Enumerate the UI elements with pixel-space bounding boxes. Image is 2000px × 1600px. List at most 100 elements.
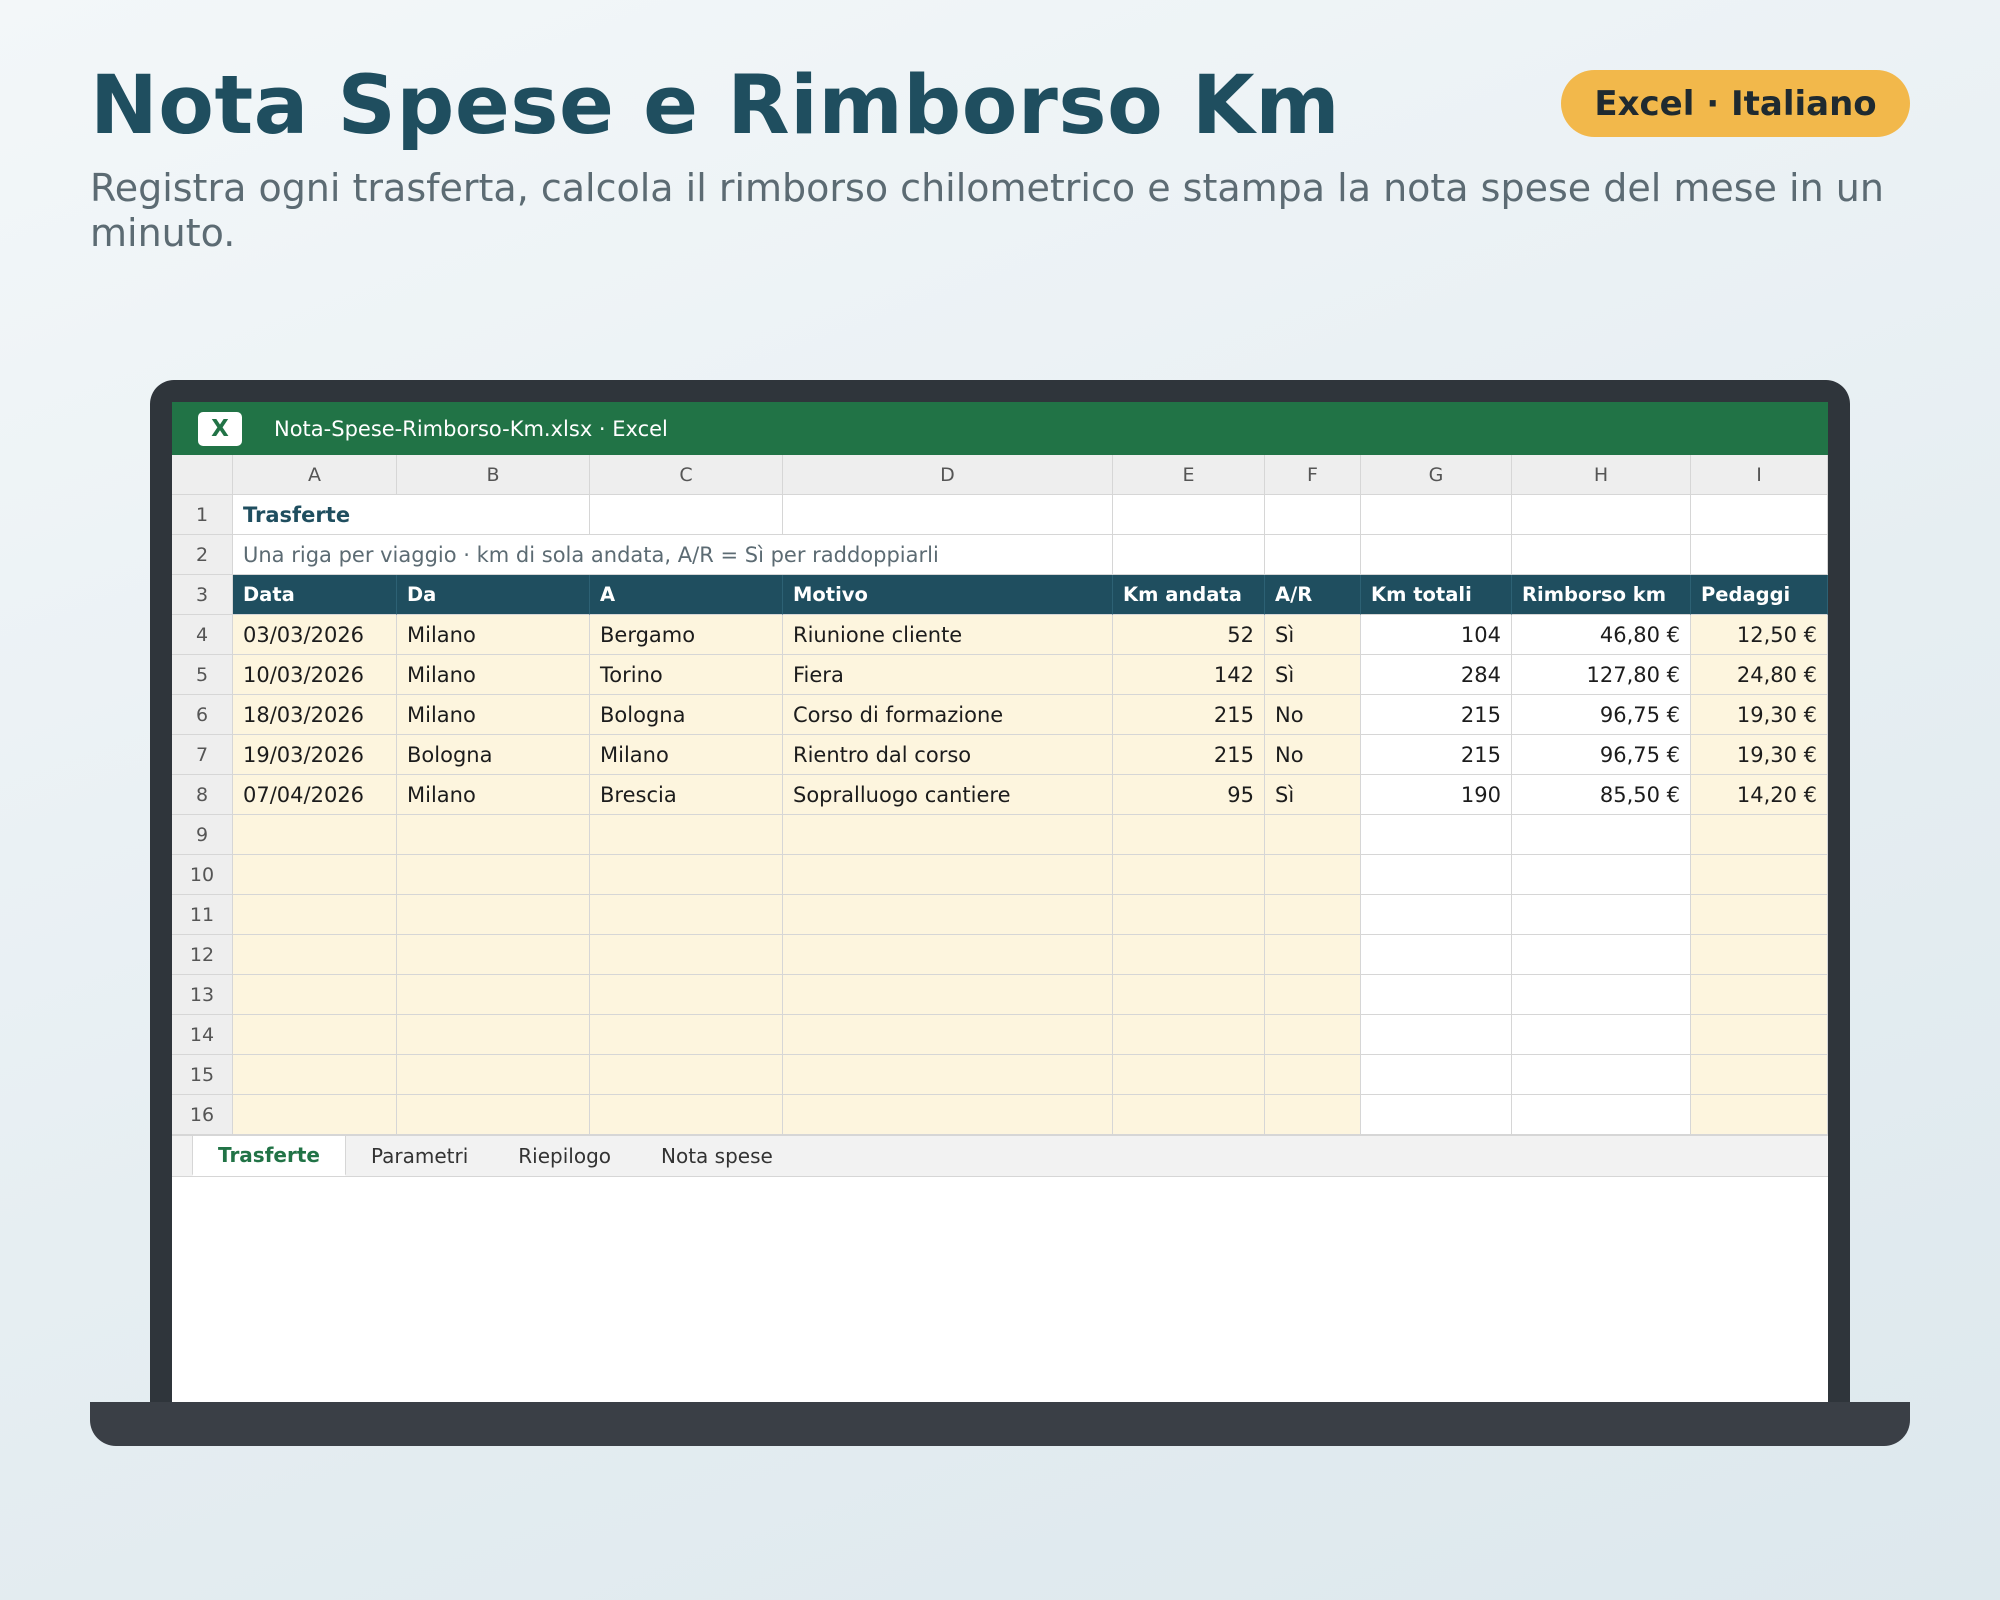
table-cell[interactable]: 19/03/2026 <box>233 735 397 775</box>
table-cell[interactable]: No <box>1265 695 1361 735</box>
table-cell[interactable]: 284 <box>1361 655 1512 695</box>
table-cell[interactable]: Torino <box>590 655 783 695</box>
empty-cell[interactable] <box>1691 1095 1828 1135</box>
sheet-cell[interactable] <box>783 495 1113 535</box>
empty-cell[interactable] <box>1113 855 1265 895</box>
table-cell[interactable]: 127,80 € <box>1512 655 1691 695</box>
table-cell[interactable]: Sì <box>1265 655 1361 695</box>
table-header-cell[interactable]: Da <box>397 575 590 615</box>
empty-cell[interactable] <box>1512 935 1691 975</box>
column-header-a[interactable]: A <box>233 455 397 495</box>
table-cell[interactable]: 215 <box>1113 695 1265 735</box>
empty-cell[interactable] <box>233 1055 397 1095</box>
empty-cell[interactable] <box>233 855 397 895</box>
empty-cell[interactable] <box>1113 895 1265 935</box>
table-cell[interactable]: 96,75 € <box>1512 695 1691 735</box>
sheet-cell[interactable] <box>1113 535 1265 575</box>
table-header-cell[interactable]: Data <box>233 575 397 615</box>
table-cell[interactable]: 215 <box>1113 735 1265 775</box>
sheet-tab-trasferte[interactable]: Trasferte <box>192 1136 346 1176</box>
table-cell[interactable]: Rientro dal corso <box>783 735 1113 775</box>
instruction-note[interactable]: Una riga per viaggio · km di sola andata… <box>233 535 1113 575</box>
sheet-cell[interactable] <box>1512 495 1691 535</box>
empty-cell[interactable] <box>590 815 783 855</box>
empty-cell[interactable] <box>1265 815 1361 855</box>
empty-cell[interactable] <box>1691 1055 1828 1095</box>
table-cell[interactable]: Milano <box>397 615 590 655</box>
row-header-10[interactable]: 10 <box>172 855 233 895</box>
table-cell[interactable]: 215 <box>1361 735 1512 775</box>
sheet-cell[interactable] <box>1512 535 1691 575</box>
table-cell[interactable]: 85,50 € <box>1512 775 1691 815</box>
empty-cell[interactable] <box>590 895 783 935</box>
empty-cell[interactable] <box>783 1015 1113 1055</box>
empty-cell[interactable] <box>590 1055 783 1095</box>
table-cell[interactable]: 142 <box>1113 655 1265 695</box>
empty-cell[interactable] <box>783 1055 1113 1095</box>
empty-cell[interactable] <box>1691 815 1828 855</box>
column-header-b[interactable]: B <box>397 455 590 495</box>
table-cell[interactable]: 46,80 € <box>1512 615 1691 655</box>
empty-cell[interactable] <box>233 1095 397 1135</box>
row-header-11[interactable]: 11 <box>172 895 233 935</box>
table-cell[interactable]: Milano <box>397 695 590 735</box>
table-cell[interactable]: 10/03/2026 <box>233 655 397 695</box>
empty-cell[interactable] <box>1113 815 1265 855</box>
table-cell[interactable]: 18/03/2026 <box>233 695 397 735</box>
empty-cell[interactable] <box>397 895 590 935</box>
empty-cell[interactable] <box>1361 855 1512 895</box>
table-header-cell[interactable]: Motivo <box>783 575 1113 615</box>
table-header-cell[interactable]: Km totali <box>1361 575 1512 615</box>
empty-cell[interactable] <box>1512 975 1691 1015</box>
table-cell[interactable]: Milano <box>590 735 783 775</box>
table-cell[interactable]: Riunione cliente <box>783 615 1113 655</box>
empty-cell[interactable] <box>397 935 590 975</box>
empty-cell[interactable] <box>783 935 1113 975</box>
table-cell[interactable]: Brescia <box>590 775 783 815</box>
table-cell[interactable]: 14,20 € <box>1691 775 1828 815</box>
empty-cell[interactable] <box>1691 975 1828 1015</box>
row-header-16[interactable]: 16 <box>172 1095 233 1135</box>
table-cell[interactable]: Sì <box>1265 775 1361 815</box>
table-cell[interactable]: 96,75 € <box>1512 735 1691 775</box>
table-header-cell[interactable]: A <box>590 575 783 615</box>
row-header-7[interactable]: 7 <box>172 735 233 775</box>
table-cell[interactable]: 07/04/2026 <box>233 775 397 815</box>
empty-cell[interactable] <box>233 895 397 935</box>
empty-cell[interactable] <box>397 975 590 1015</box>
empty-cell[interactable] <box>233 815 397 855</box>
row-header-14[interactable]: 14 <box>172 1015 233 1055</box>
table-cell[interactable]: 24,80 € <box>1691 655 1828 695</box>
table-cell[interactable]: 215 <box>1361 695 1512 735</box>
empty-cell[interactable] <box>1265 895 1361 935</box>
sheet-cell[interactable] <box>397 495 590 535</box>
sheet-cell[interactable] <box>1265 495 1361 535</box>
empty-cell[interactable] <box>1361 1055 1512 1095</box>
empty-cell[interactable] <box>1691 1015 1828 1055</box>
empty-cell[interactable] <box>783 855 1113 895</box>
table-cell[interactable]: Milano <box>397 775 590 815</box>
empty-cell[interactable] <box>397 1055 590 1095</box>
empty-cell[interactable] <box>1113 935 1265 975</box>
empty-cell[interactable] <box>1113 1015 1265 1055</box>
table-cell[interactable]: No <box>1265 735 1361 775</box>
table-cell[interactable]: 95 <box>1113 775 1265 815</box>
empty-cell[interactable] <box>1691 935 1828 975</box>
sheet-cell[interactable] <box>1361 535 1512 575</box>
sheet-cell[interactable] <box>1265 535 1361 575</box>
row-header-2[interactable]: 2 <box>172 535 233 575</box>
empty-cell[interactable] <box>1265 1055 1361 1095</box>
empty-cell[interactable] <box>1361 815 1512 855</box>
empty-cell[interactable] <box>590 975 783 1015</box>
table-header-cell[interactable]: Pedaggi <box>1691 575 1828 615</box>
table-cell[interactable]: 19,30 € <box>1691 735 1828 775</box>
table-header-cell[interactable]: Km andata <box>1113 575 1265 615</box>
empty-cell[interactable] <box>1113 1055 1265 1095</box>
empty-cell[interactable] <box>397 855 590 895</box>
empty-cell[interactable] <box>1361 975 1512 1015</box>
table-header-cell[interactable]: Rimborso km <box>1512 575 1691 615</box>
table-cell[interactable]: Bologna <box>590 695 783 735</box>
column-header-h[interactable]: H <box>1512 455 1691 495</box>
empty-cell[interactable] <box>397 1015 590 1055</box>
empty-cell[interactable] <box>1265 935 1361 975</box>
